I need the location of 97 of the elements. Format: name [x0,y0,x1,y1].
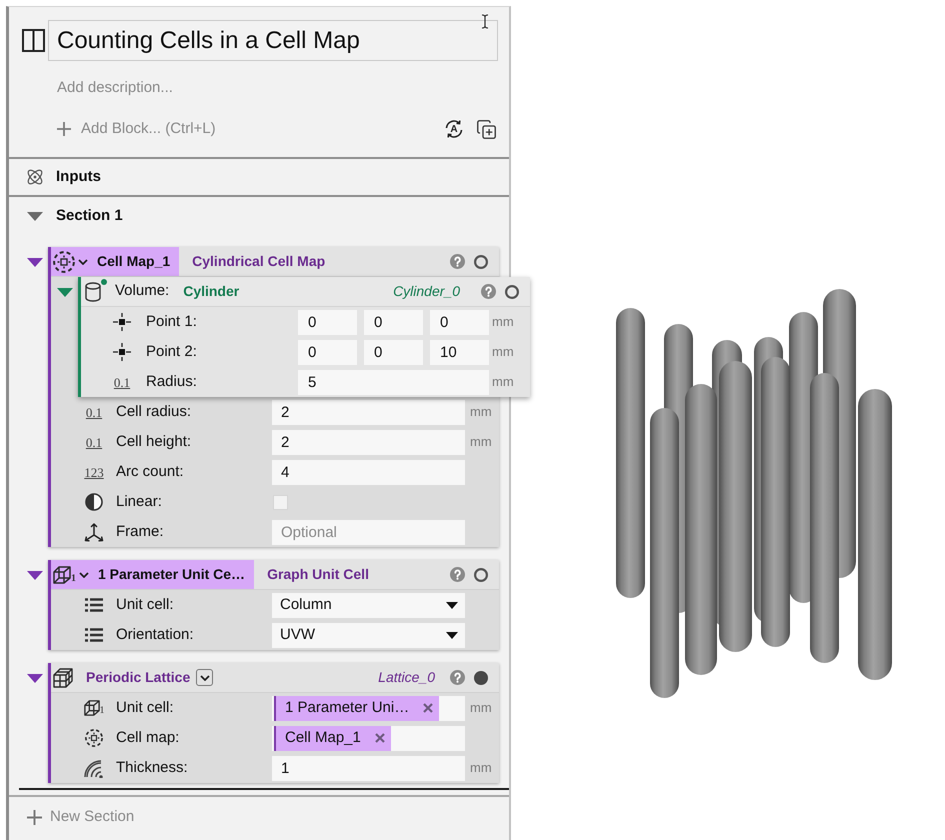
triangle-icon[interactable] [27,212,43,220]
unit-label: mm [470,433,492,452]
section-title: Section 1 [56,206,123,226]
dropdown-field[interactable]: Column [272,592,465,618]
crosshair-square-icon [113,313,131,331]
chevron-down-icon [200,674,210,680]
number-field[interactable]: 10 [430,340,489,364]
title-field[interactable]: Counting Cells in a Cell Map [48,20,498,61]
field-label: Radius: [146,372,198,392]
number-field[interactable]: 2 [272,430,465,454]
dropdown-button[interactable] [196,669,214,686]
remove-icon[interactable] [374,733,385,743]
field-label: Point 1: [146,312,198,332]
reference-field[interactable]: Cell Map_1 [272,726,465,750]
plus-icon [27,810,42,824]
decimal-type-icon: 0.1 [86,436,102,448]
ring-icon[interactable] [474,254,488,268]
chevron-down-icon [79,572,89,578]
caret-down-icon [446,632,458,638]
half-filled-circle-icon [85,493,103,511]
list-icon [85,628,103,642]
field-label: Orientation: [116,624,195,645]
triangle-icon[interactable] [57,288,73,297]
atom-icon [26,168,44,186]
triangle-icon[interactable] [27,674,43,683]
variable-name-label: Cylinder_0 [393,282,460,301]
unit-label: mm [470,403,492,422]
field-label: Point 2: [146,342,198,362]
field-label: Thickness: [116,758,189,778]
number-field[interactable]: 5 [298,370,489,394]
caret-down-icon [446,602,458,608]
block-type-label: Cylinder [183,282,240,301]
block-type-label: Graph Unit Cell [267,565,369,584]
integer-type-icon: 123 [84,466,104,478]
unit-label: mm [492,373,514,392]
auto-update-button[interactable]: A [444,119,464,139]
block-type-label: Cylindrical Cell Map [192,252,326,271]
field-label: Unit cell: [116,698,175,718]
frame-field[interactable]: Optional [272,520,465,544]
help-icon[interactable] [481,284,496,299]
concentric-arcs-icon [84,758,104,778]
block-type-label: Periodic Lattice [86,668,190,687]
decimal-type-icon: 0.1 [114,376,130,388]
field-label: Linear: [116,492,163,512]
cylinder-icon [85,282,101,302]
number-field[interactable]: 0 [430,310,489,334]
ring-icon[interactable] [474,568,488,582]
number-field[interactable]: 0 [298,340,357,364]
triangle-icon[interactable] [27,571,43,580]
inputs-label: Inputs [56,166,101,187]
dashed-circle-icon [53,250,75,272]
field-label: Cell map: [116,728,180,748]
number-field[interactable]: 4 [272,460,465,484]
field-label: Arc count: [116,462,185,482]
axes-icon [84,522,104,542]
ring-icon[interactable] [505,284,519,298]
help-icon[interactable] [450,567,465,582]
block-name-button[interactable]: 1 1 Parameter Unit Ce… [51,560,254,589]
number-field[interactable]: 0 [364,340,423,364]
number-field[interactable]: 0 [298,310,357,334]
number-field[interactable]: 2 [272,400,465,424]
lattice-cube-icon [53,668,73,688]
decimal-type-icon: 0.1 [86,406,102,418]
dashed-circle-icon [85,729,103,747]
cube-index-label: 1 [71,574,76,584]
field-label: Frame: [116,522,165,542]
filled-circle-icon[interactable] [474,670,488,684]
cube-index-label: 1 [100,706,104,716]
unit-label: mm [470,759,492,778]
field-label: Volume: [115,281,170,302]
triangle-icon[interactable] [27,258,43,267]
help-icon[interactable] [450,254,465,269]
variable-name-label: Lattice_0 [378,668,435,687]
circular-arrows-icon [444,119,464,139]
unit-label: mm [492,343,514,362]
reference-tag[interactable]: Cell Map_1 [274,726,391,750]
field-label: Cell height: [116,432,192,452]
crosshair-square-icon [113,343,131,361]
number-field[interactable]: 0 [364,310,423,334]
block-name-button[interactable]: Cell Map_1 [51,247,180,276]
chevron-down-icon [78,258,88,264]
help-icon[interactable] [450,670,465,685]
number-field[interactable]: 1 [272,756,465,780]
columns-icon[interactable] [22,29,45,52]
unit-label: mm [470,699,492,718]
description-field[interactable]: Add description... [57,77,507,99]
field-label: Unit cell: [116,594,175,615]
field-label: Cell radius: [116,402,192,422]
copy-plus-icon[interactable] [476,118,497,140]
plus-icon [57,122,71,136]
wireframe-cube-icon [53,566,71,584]
dropdown-field[interactable]: UVW [272,622,465,648]
checkbox[interactable] [273,494,288,510]
list-icon [85,598,103,612]
remove-icon[interactable] [423,703,434,713]
wireframe-cube-icon [84,700,100,716]
unit-label: mm [492,313,514,332]
